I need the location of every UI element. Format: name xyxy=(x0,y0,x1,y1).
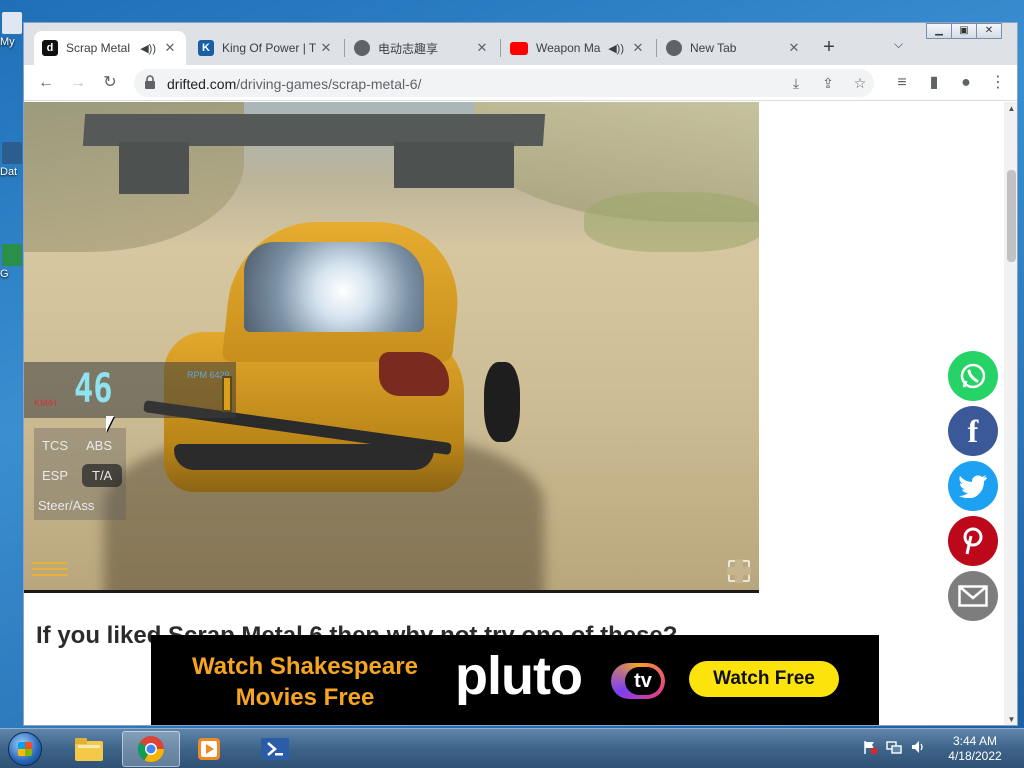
esp-toggle[interactable]: ESP xyxy=(38,466,72,485)
twitter-bird-icon xyxy=(959,475,987,498)
url-text: drifted.com/driving-games/scrap-metal-6/ xyxy=(167,76,422,92)
pluto-tv-logo-icon: tv xyxy=(611,663,665,699)
speedometer: 46 KM/H RPM 6429 xyxy=(24,362,236,418)
media-player-icon xyxy=(198,738,220,760)
app-icon xyxy=(2,244,22,266)
fullscreen-icon[interactable] xyxy=(727,559,751,583)
tab-king-of-power[interactable]: K King Of Power | T ✕ xyxy=(190,31,342,65)
reload-button[interactable]: ↻ xyxy=(98,71,122,95)
computer-icon xyxy=(2,12,22,34)
taskbar-media-player[interactable] xyxy=(180,731,238,767)
taskbar-chrome[interactable] xyxy=(122,731,180,767)
more-menu-icon[interactable]: ⋮ xyxy=(986,71,1010,95)
scroll-down-arrow-icon[interactable]: ▼ xyxy=(1004,713,1017,725)
windows-taskbar: 3:44 AM 4/18/2022 xyxy=(0,728,1024,768)
desktop-icon-my-computer[interactable]: My xyxy=(0,12,24,48)
close-tab-icon[interactable]: ✕ xyxy=(786,40,802,56)
close-window-button[interactable]: ✕ xyxy=(976,23,1002,39)
window-controls: ▁ ▣ ✕ xyxy=(926,23,1002,41)
ad-headline: Watch Shakespeare Movies Free xyxy=(192,653,418,711)
mouse-cursor-icon xyxy=(106,416,114,432)
audio-playing-icon[interactable]: ◀)) xyxy=(140,42,156,55)
steer-assist-toggle[interactable]: Steer/Ass xyxy=(34,496,98,515)
envelope-icon xyxy=(958,585,988,607)
speed-value: 46 xyxy=(74,366,113,412)
audio-playing-icon[interactable]: ◀)) xyxy=(608,42,624,55)
share-icon[interactable]: ⇪ xyxy=(818,73,838,93)
back-button[interactable]: ← xyxy=(34,71,58,95)
email-share-button[interactable] xyxy=(948,571,998,621)
forward-button[interactable]: → xyxy=(66,71,90,95)
pinterest-share-button[interactable] xyxy=(948,516,998,566)
tab-strip: d Scrap Metal ◀)) ✕ K King Of Power | T … xyxy=(24,23,1017,65)
volume-icon[interactable] xyxy=(910,739,926,755)
facebook-icon: f xyxy=(967,412,979,449)
pluto-logo: pluto xyxy=(455,646,583,706)
page-viewport: 46 KM/H RPM 6429 TCS ABS ESP T/A Steer/A… xyxy=(24,102,1004,725)
youtube-icon xyxy=(510,41,528,55)
system-tray xyxy=(862,739,926,755)
install-app-icon[interactable]: ⤓ xyxy=(786,73,806,93)
close-tab-icon[interactable]: ✕ xyxy=(318,40,334,56)
profile-avatar-icon[interactable]: ● xyxy=(954,71,978,95)
taskbar-file-explorer[interactable] xyxy=(60,731,118,767)
powershell-icon xyxy=(261,738,289,760)
media-queue-icon[interactable]: ≡ xyxy=(890,71,914,95)
windows-logo-icon xyxy=(18,742,32,756)
game-menu-icon[interactable] xyxy=(32,562,68,578)
data-icon xyxy=(2,142,22,164)
tab-new-tab[interactable]: New Tab ✕ xyxy=(658,31,810,65)
desktop-icon-g[interactable]: G xyxy=(0,244,24,280)
chrome-icon xyxy=(137,736,165,763)
browser-window: d Scrap Metal ◀)) ✕ K King Of Power | T … xyxy=(23,22,1018,726)
pluto-tv-ad[interactable]: Watch Shakespeare Movies Free pluto tv W… xyxy=(151,635,879,725)
speed-unit: KM/H xyxy=(34,398,57,408)
drifted-favicon-icon: d xyxy=(42,40,58,56)
tab-chinese-site[interactable]: 电动志趣享 ✕ xyxy=(346,31,498,65)
whatsapp-icon xyxy=(960,363,986,389)
game-canvas[interactable]: 46 KM/H RPM 6429 TCS ABS ESP T/A Steer/A… xyxy=(24,102,759,591)
bookmark-star-icon[interactable]: ☆ xyxy=(850,73,870,93)
desktop-icon-data[interactable]: Dat xyxy=(0,142,24,178)
globe-icon xyxy=(354,40,370,56)
system-clock[interactable]: 3:44 AM 4/18/2022 xyxy=(940,734,1010,764)
action-center-flag-icon[interactable] xyxy=(862,739,878,755)
scroll-up-arrow-icon[interactable]: ▲ xyxy=(1004,102,1017,116)
watch-free-button[interactable]: Watch Free xyxy=(689,661,839,697)
new-tab-button[interactable]: + xyxy=(816,35,842,61)
address-bar[interactable]: drifted.com/driving-games/scrap-metal-6/… xyxy=(134,69,874,97)
tab-weapon-master[interactable]: Weapon Ma ◀)) ✕ xyxy=(502,31,654,65)
lock-icon[interactable] xyxy=(144,75,156,89)
chrome-icon xyxy=(666,40,682,56)
pinterest-icon xyxy=(963,527,983,555)
kingofpower-favicon-icon: K xyxy=(198,40,214,56)
side-panel-icon[interactable]: ▮ xyxy=(922,71,946,95)
close-tab-icon[interactable]: ✕ xyxy=(630,40,646,56)
minimize-button[interactable]: ▁ xyxy=(926,23,952,39)
tab-search-chevron-icon[interactable]: ⌵ xyxy=(894,37,903,52)
page-scrollbar[interactable]: ▲ ▼ xyxy=(1004,102,1017,725)
tcs-toggle[interactable]: TCS xyxy=(38,436,72,455)
abs-toggle[interactable]: ABS xyxy=(82,436,116,455)
close-tab-icon[interactable]: ✕ xyxy=(474,40,490,56)
driving-assists-panel: TCS ABS ESP T/A Steer/Ass xyxy=(34,428,126,520)
start-button[interactable] xyxy=(8,732,42,766)
facebook-share-button[interactable]: f xyxy=(948,406,998,456)
browser-toolbar: ← → ↻ drifted.com/driving-games/scrap-me… xyxy=(24,65,1017,101)
close-tab-icon[interactable]: ✕ xyxy=(162,40,178,56)
folder-icon xyxy=(75,738,103,761)
maximize-button[interactable]: ▣ xyxy=(951,23,977,39)
rpm-gauge xyxy=(222,376,232,412)
taskbar-powershell[interactable] xyxy=(246,731,304,767)
whatsapp-share-button[interactable] xyxy=(948,351,998,401)
tab-scrap-metal[interactable]: d Scrap Metal ◀)) ✕ xyxy=(34,31,186,65)
ta-toggle[interactable]: T/A xyxy=(82,464,123,487)
scrollbar-thumb[interactable] xyxy=(1007,170,1016,262)
network-icon[interactable] xyxy=(886,739,902,755)
twitter-share-button[interactable] xyxy=(948,461,998,511)
